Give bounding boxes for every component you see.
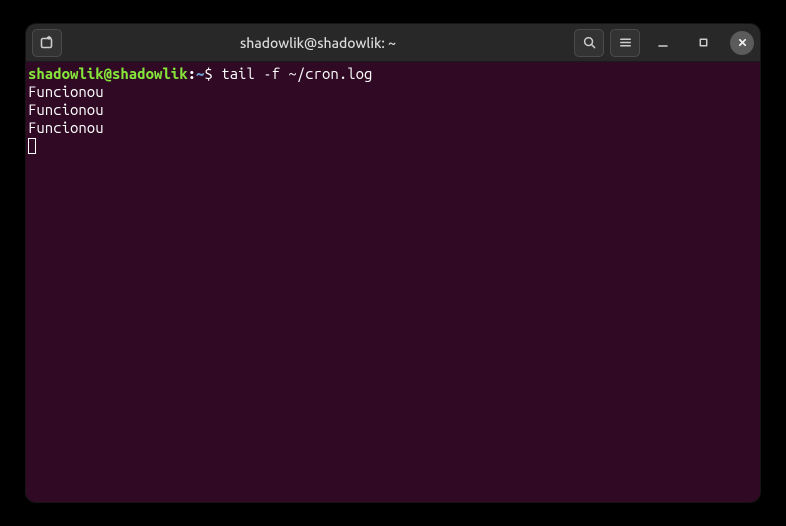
terminal-window: shadowlik@shadowlik: ~ bbox=[26, 24, 760, 502]
prompt-line: shadowlik@shadowlik:~$ tail -f ~/cron.lo… bbox=[28, 65, 758, 83]
prompt-user-host: shadowlik@shadowlik bbox=[28, 65, 188, 82]
cursor-line bbox=[28, 137, 758, 155]
maximize-icon bbox=[698, 37, 709, 48]
output-line: Funcionou bbox=[28, 119, 758, 137]
new-tab-icon bbox=[39, 35, 55, 51]
command-text: tail -f ~/cron.log bbox=[213, 65, 373, 82]
titlebar-left bbox=[32, 29, 62, 57]
minimize-icon bbox=[657, 37, 669, 49]
search-icon bbox=[582, 35, 597, 50]
prompt-colon: : bbox=[188, 65, 196, 82]
search-button[interactable] bbox=[574, 29, 604, 57]
hamburger-icon bbox=[618, 35, 633, 50]
cursor bbox=[28, 138, 36, 154]
prompt-symbol: $ bbox=[204, 65, 212, 82]
close-icon bbox=[737, 37, 748, 48]
window-title: shadowlik@shadowlik: ~ bbox=[68, 35, 568, 51]
output-line: Funcionou bbox=[28, 83, 758, 101]
terminal-area[interactable]: shadowlik@shadowlik:~$ tail -f ~/cron.lo… bbox=[26, 62, 760, 502]
minimize-button[interactable] bbox=[646, 29, 680, 57]
output-line: Funcionou bbox=[28, 101, 758, 119]
new-tab-button[interactable] bbox=[32, 29, 62, 57]
menu-button[interactable] bbox=[610, 29, 640, 57]
titlebar-right bbox=[574, 29, 754, 57]
maximize-button[interactable] bbox=[686, 29, 720, 57]
titlebar: shadowlik@shadowlik: ~ bbox=[26, 24, 760, 62]
close-button[interactable] bbox=[730, 31, 754, 55]
